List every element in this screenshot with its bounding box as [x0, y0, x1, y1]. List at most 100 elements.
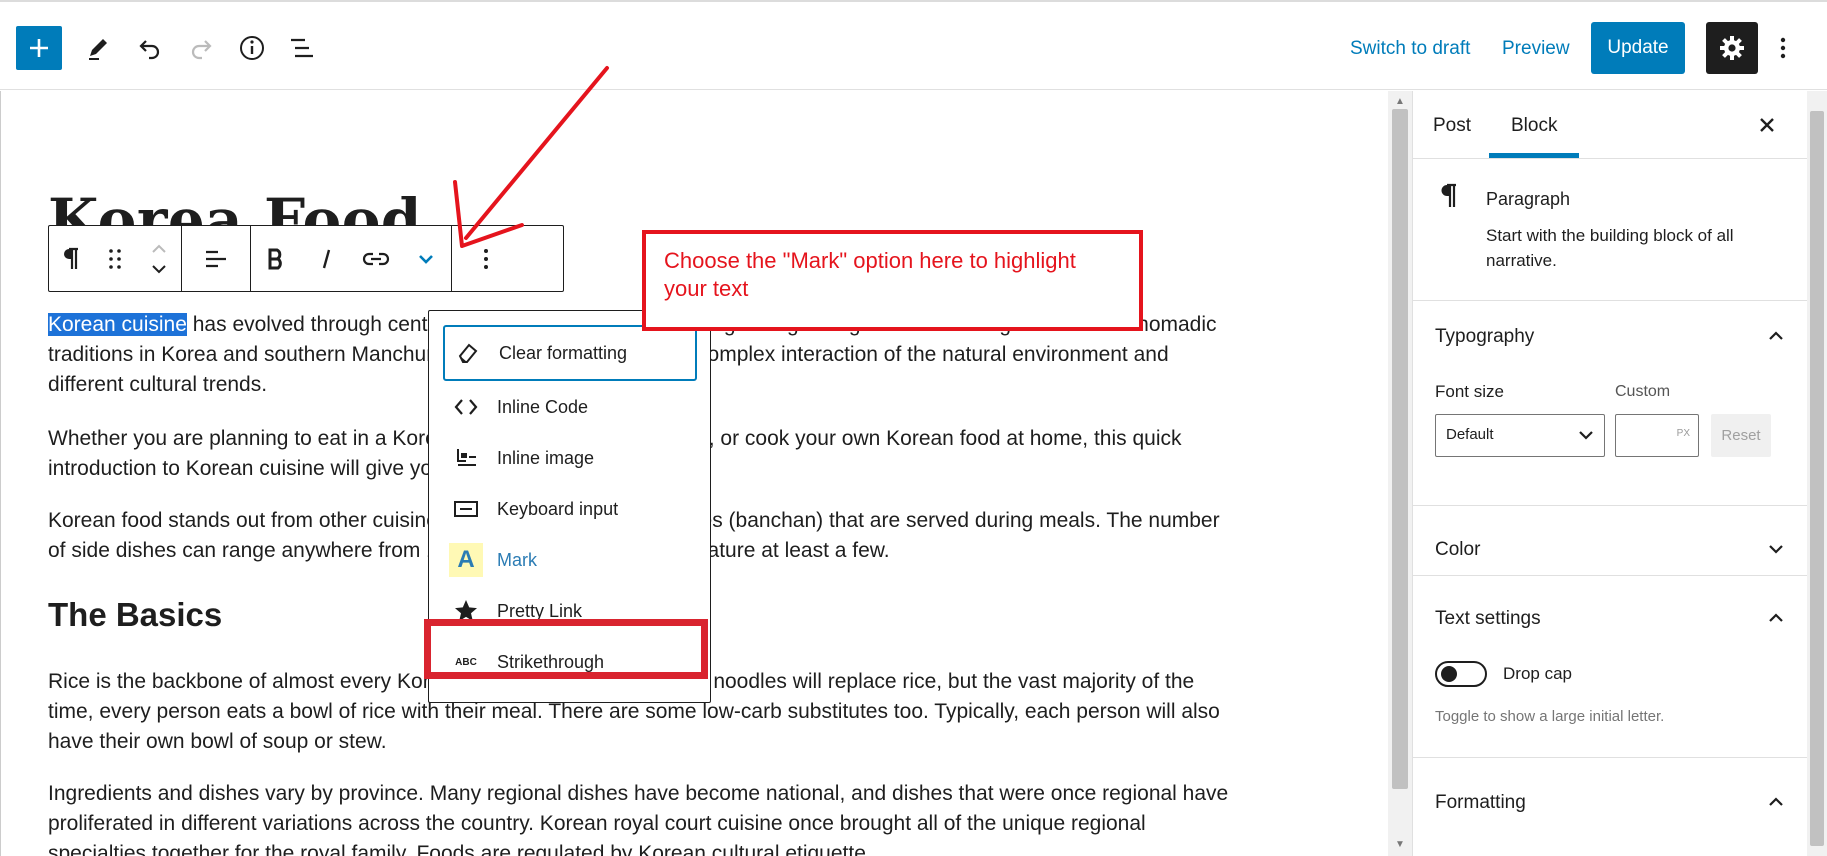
options-menu-button[interactable] — [1772, 30, 1794, 66]
heading-block[interactable]: The Basics — [48, 596, 222, 634]
pencil-icon — [89, 39, 107, 60]
editor-canvas[interactable]: Korea Food Korean cuisine has evolved th… — [0, 91, 1388, 856]
chevron-up-icon[interactable] — [151, 244, 167, 254]
menu-item-label: Clear formatting — [499, 342, 628, 363]
align-group — [182, 226, 251, 291]
chevron-up-icon — [1769, 797, 1783, 806]
pilcrow-icon — [64, 247, 78, 269]
collapse-text-settings-button[interactable] — [1763, 605, 1789, 631]
font-size-value: Default — [1446, 426, 1494, 443]
gear-icon — [1720, 36, 1744, 60]
redo-button[interactable] — [181, 26, 221, 70]
menu-item-clear-formatting[interactable]: Clear formatting — [443, 325, 697, 381]
scroll-down-arrow[interactable]: ▼ — [1388, 836, 1412, 852]
menu-item-keyboard-input[interactable]: Keyboard input — [443, 484, 697, 534]
chevron-up-icon — [1769, 613, 1783, 622]
paragraph-block[interactable]: Ingredients and dishes vary by province.… — [48, 779, 1238, 856]
align-left-icon — [206, 250, 226, 267]
menu-item-inline-code[interactable]: Inline Code — [443, 382, 697, 432]
chevron-up-icon — [1769, 331, 1783, 340]
bold-button[interactable] — [251, 226, 301, 291]
mark-icon: A — [449, 543, 483, 577]
link-button[interactable] — [351, 226, 401, 291]
details-button[interactable] — [232, 26, 272, 70]
list-view-button[interactable] — [282, 26, 322, 70]
more-vertical-icon — [1780, 37, 1786, 59]
tools-button[interactable] — [78, 26, 118, 70]
block-description: Start with the building block of all nar… — [1486, 226, 1734, 270]
preview-button[interactable]: Preview — [1502, 38, 1570, 60]
bold-icon — [268, 248, 282, 269]
editor-top-toolbar: Switch to draft Preview Update — [0, 0, 1827, 90]
sidebar-scrollbar[interactable] — [1807, 91, 1827, 856]
menu-item-mark[interactable]: A Mark — [443, 535, 697, 585]
drop-cap-label: Drop cap — [1503, 664, 1572, 683]
panel-title-typography[interactable]: Typography — [1435, 326, 1534, 348]
mark-highlight-box — [424, 619, 708, 679]
annotation-callout: Choose the "Mark" option here to highlig… — [642, 230, 1143, 331]
chevron-down-icon — [1579, 431, 1593, 440]
drag-handle[interactable] — [93, 226, 137, 291]
menu-item-label: Inline Code — [497, 396, 589, 417]
pilcrow-icon — [1441, 183, 1456, 207]
code-icon — [449, 392, 483, 422]
active-tab-indicator — [1489, 153, 1579, 158]
menu-item-label: Inline image — [497, 447, 595, 468]
settings-sidebar: Post Block Paragraph Start with the buil… — [1412, 91, 1808, 856]
menu-item-label: Mark — [497, 549, 537, 570]
custom-font-size-input[interactable]: PX — [1615, 414, 1699, 457]
chevron-down-icon — [1769, 545, 1783, 554]
link-icon — [362, 252, 390, 265]
block-name: Paragraph — [1486, 189, 1571, 209]
scroll-up-arrow[interactable]: ▲ — [1388, 93, 1412, 109]
add-block-button[interactable] — [16, 26, 62, 70]
undo-button[interactable] — [130, 26, 170, 70]
chevron-down-icon — [419, 254, 433, 264]
image-icon — [449, 443, 483, 473]
undo-icon — [139, 40, 160, 60]
move-block-buttons[interactable] — [137, 226, 181, 291]
custom-label: Custom — [1615, 383, 1671, 400]
format-group — [251, 226, 452, 291]
align-button[interactable] — [182, 226, 250, 291]
redo-icon — [191, 40, 212, 60]
drag-handle-icon — [109, 248, 121, 269]
list-view-icon — [291, 38, 313, 58]
italic-button[interactable] — [301, 226, 351, 291]
close-sidebar-button[interactable] — [1751, 109, 1783, 141]
scrollbar-thumb[interactable] — [1392, 109, 1408, 789]
menu-item-label: Keyboard input — [497, 498, 619, 519]
menu-item-inline-image[interactable]: Inline image — [443, 433, 697, 483]
block-switcher-group — [49, 226, 182, 291]
tab-block[interactable]: Block — [1511, 115, 1557, 137]
panel-title-color[interactable]: Color — [1435, 539, 1480, 561]
toggle-knob — [1441, 666, 1457, 682]
italic-icon — [322, 249, 331, 268]
font-size-label: Font size — [1435, 382, 1504, 401]
collapse-typography-button[interactable] — [1763, 323, 1789, 349]
drop-cap-help-text: Toggle to show a large initial letter. — [1435, 708, 1665, 725]
expand-color-button[interactable] — [1763, 536, 1789, 562]
info-icon — [240, 36, 264, 60]
chevron-down-icon[interactable] — [151, 264, 167, 274]
selected-text[interactable]: Korean cuisine — [48, 313, 187, 336]
font-size-select[interactable]: Default — [1435, 414, 1605, 457]
sidebar-tabs: Post Block — [1413, 91, 1808, 159]
switch-to-draft-button[interactable]: Switch to draft — [1350, 38, 1470, 60]
panel-title-text-settings[interactable]: Text settings — [1435, 608, 1541, 630]
keyboard-icon — [449, 494, 483, 524]
update-button[interactable]: Update — [1591, 22, 1685, 74]
block-card: Paragraph Start with the building block … — [1413, 159, 1808, 301]
close-icon — [1760, 118, 1774, 132]
plus-icon — [30, 39, 48, 57]
tab-post[interactable]: Post — [1433, 115, 1471, 137]
scrollbar-thumb[interactable] — [1810, 111, 1824, 846]
reset-button[interactable]: Reset — [1711, 414, 1771, 457]
paragraph-block-switcher[interactable] — [49, 226, 93, 291]
panel-title-formatting[interactable]: Formatting — [1435, 792, 1526, 814]
drop-cap-toggle[interactable] — [1435, 661, 1487, 687]
settings-button[interactable] — [1706, 22, 1758, 74]
canvas-scrollbar[interactable]: ▲ ▼ — [1388, 91, 1412, 856]
eraser-icon — [451, 338, 485, 368]
collapse-formatting-button[interactable] — [1763, 789, 1789, 815]
